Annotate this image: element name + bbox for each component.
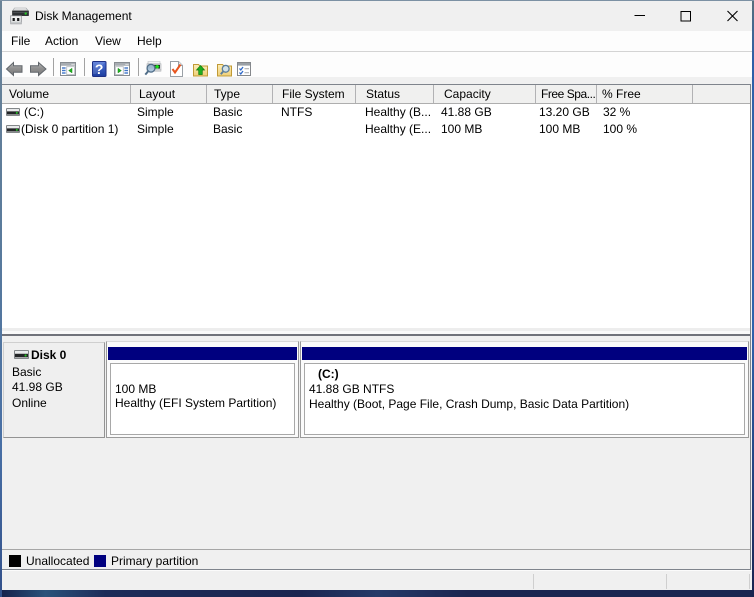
svg-text:?: ? xyxy=(95,61,104,77)
